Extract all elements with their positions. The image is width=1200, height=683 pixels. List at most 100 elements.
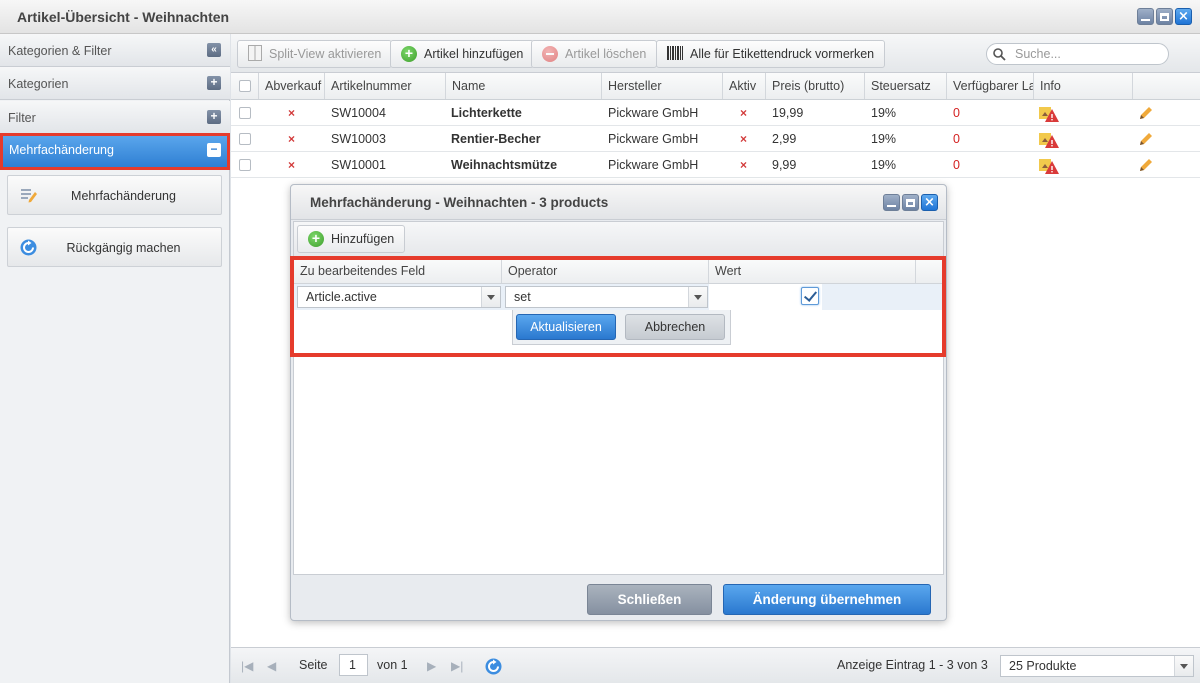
column-header[interactable]: Preis (brutto) <box>766 73 865 99</box>
undo-button[interactable]: Rückgängig machen <box>7 227 222 267</box>
split-view-icon <box>248 44 262 64</box>
price: 2,99 <box>772 132 797 146</box>
table-row[interactable]: × SW10001 Weihnachtsmütze Pickware GmbH × 9,9… <box>231 152 1200 178</box>
chevron-down-icon[interactable] <box>1174 656 1193 676</box>
minimize-icon <box>887 204 896 207</box>
plus-icon: + <box>308 231 324 247</box>
table-row[interactable]: × SW10004 Lichterkette Pickware GmbH × 19,99 1… <box>231 100 1200 126</box>
sidebar-section-label: Filter <box>8 111 36 125</box>
price: 9,99 <box>772 158 797 172</box>
price: 19,99 <box>772 106 804 120</box>
column-header[interactable]: Name <box>446 73 602 99</box>
info-warning-icon[interactable] <box>1039 100 1063 125</box>
paging-toolbar: |◀ ◀ Seite 1 von 1 ▶ ▶| Anzeige Eintrag … <box>231 647 1200 683</box>
column-header[interactable]: Info <box>1034 73 1133 99</box>
toolbar: Split-View aktivieren + Artikel hinzufüg… <box>231 34 1200 73</box>
search-icon <box>993 48 1006 64</box>
info-warning-icon[interactable] <box>1039 152 1063 177</box>
table-row[interactable]: × SW10003 Rentier-Becher Pickware GmbH × 2,99… <box>231 126 1200 152</box>
manufacturer: Pickware GmbH <box>608 132 699 146</box>
collapse-minus-icon[interactable]: − <box>207 143 221 157</box>
split-view-label: Split-View aktivieren <box>269 47 382 61</box>
collapse-sidebar-icon[interactable]: « <box>207 43 221 57</box>
dialog-add-label: Hinzufügen <box>331 232 395 246</box>
abverkauf-x-icon: × <box>288 158 296 172</box>
dialog-maximize-button[interactable] <box>902 194 919 211</box>
refresh-icon[interactable] <box>485 658 502 678</box>
manufacturer: Pickware GmbH <box>608 106 699 120</box>
window-titlebar: Artikel-Übersicht - Weihnachten × <box>0 0 1200 34</box>
split-view-button[interactable]: Split-View aktivieren <box>237 40 393 68</box>
row-select-cell <box>231 126 259 151</box>
sidebar: Kategorien & Filter « Kategorien + Filte… <box>0 34 230 683</box>
window-title: Artikel-Übersicht - Weihnachten <box>17 9 230 25</box>
delete-minus-icon[interactable] <box>1164 152 1184 177</box>
apply-changes-button[interactable]: Änderung übernehmen <box>723 584 931 615</box>
page-of-label: von 1 <box>377 658 408 672</box>
minimize-icon <box>1141 18 1150 21</box>
column-header[interactable]: Abverkauf <box>259 73 325 99</box>
mehrfachaenderung-dialog: Mehrfachänderung - Weihnachten - 3 produ… <box>290 184 947 621</box>
expand-plus-icon[interactable]: + <box>207 110 221 124</box>
prev-page-icon[interactable]: ◀ <box>267 659 276 673</box>
select-all-checkbox[interactable] <box>239 80 251 92</box>
display-info: Anzeige Eintrag 1 - 3 von 3 <box>837 658 988 672</box>
close-button[interactable]: × <box>1175 8 1192 25</box>
first-page-icon[interactable]: |◀ <box>241 659 253 673</box>
mehrfachaenderung-button-label: Mehrfachänderung <box>71 189 176 203</box>
last-page-icon[interactable]: ▶| <box>451 659 463 673</box>
sidebar-section-filter[interactable]: Filter + <box>0 101 230 134</box>
column-header[interactable]: Aktiv <box>723 73 766 99</box>
manufacturer: Pickware GmbH <box>608 158 699 172</box>
close-dialog-button[interactable]: Schließen <box>587 584 712 615</box>
sidebar-header: Kategorien & Filter « <box>0 34 230 67</box>
close-icon: × <box>924 195 935 210</box>
mehrfachaenderung-button[interactable]: Mehrfachänderung <box>7 175 222 215</box>
sidebar-section-kategorien[interactable]: Kategorien + <box>0 67 230 100</box>
dialog-titlebar: Mehrfachänderung - Weihnachten - 3 produ… <box>291 185 946 220</box>
label-print-label: Alle für Etikettendruck vormerken <box>690 47 875 61</box>
abverkauf-x-icon: × <box>288 132 296 146</box>
edit-pencil-icon[interactable] <box>1138 100 1158 125</box>
delete-minus-icon[interactable] <box>1164 126 1184 151</box>
sidebar-section-label: Kategorien <box>8 77 69 91</box>
column-header[interactable]: Verfügbarer La <box>947 73 1034 99</box>
minimize-button[interactable] <box>1137 8 1154 25</box>
expand-plus-icon[interactable]: + <box>207 76 221 90</box>
column-header[interactable]: Hersteller <box>602 73 723 99</box>
dialog-title: Mehrfachänderung - Weihnachten - 3 produ… <box>310 195 609 210</box>
window-controls: × <box>1137 8 1192 25</box>
info-warning-icon[interactable] <box>1039 126 1063 151</box>
page-input[interactable]: 1 <box>339 654 368 676</box>
next-page-icon[interactable]: ▶ <box>427 659 436 673</box>
tax-rate: 19% <box>871 106 897 120</box>
row-checkbox[interactable] <box>239 133 251 145</box>
row-checkbox[interactable] <box>239 107 251 119</box>
column-header[interactable]: Artikelnummer <box>325 73 446 99</box>
edit-pencil-icon[interactable] <box>1138 126 1158 151</box>
active-x-icon: × <box>740 158 748 172</box>
sidebar-section-mehrfachaenderung[interactable]: Mehrfachänderung − <box>0 133 230 170</box>
sidebar-section-label: Mehrfachänderung <box>9 143 114 157</box>
dialog-toolbar: + Hinzufügen <box>294 222 943 257</box>
edit-pencil-icon[interactable] <box>1138 152 1158 177</box>
dialog-close-button[interactable]: × <box>921 194 938 211</box>
delete-article-label: Artikel löschen <box>565 47 647 61</box>
page-size-select[interactable]: 25 Produkte <box>1000 655 1194 677</box>
row-select-cell <box>231 100 259 125</box>
search-input[interactable]: Suche... <box>986 43 1169 65</box>
dialog-add-button[interactable]: + Hinzufügen <box>297 225 406 253</box>
row-checkbox[interactable] <box>239 159 251 171</box>
maximize-button[interactable] <box>1156 8 1173 25</box>
tax-rate: 19% <box>871 132 897 146</box>
article-number: SW10004 <box>331 106 386 120</box>
add-article-button[interactable]: + Artikel hinzufügen <box>390 40 535 68</box>
dialog-window-controls: × <box>883 194 938 211</box>
delete-minus-icon[interactable] <box>1164 100 1184 125</box>
grid-header: Abverkauf Artikelnummer Name Hersteller … <box>231 73 1200 100</box>
label-print-button[interactable]: Alle für Etikettendruck vormerken <box>656 40 886 68</box>
column-header[interactable]: Steuersatz <box>865 73 947 99</box>
dialog-minimize-button[interactable] <box>883 194 900 211</box>
sidebar-header-label: Kategorien & Filter <box>8 44 112 58</box>
delete-article-button[interactable]: Artikel löschen <box>531 40 658 68</box>
